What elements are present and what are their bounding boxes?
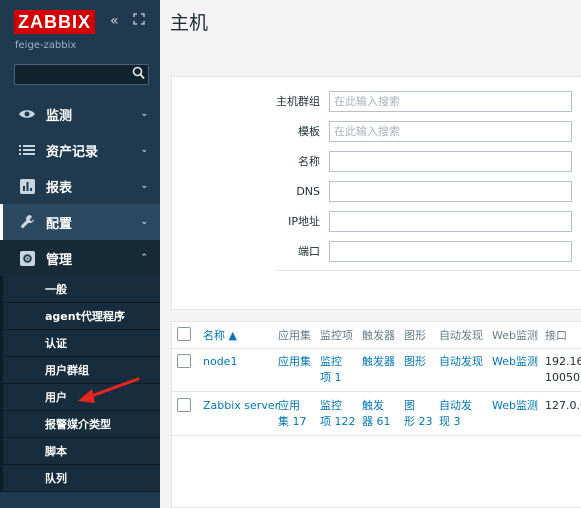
discovery-link[interactable]: 自动发现 3 — [439, 398, 472, 430]
applications-link[interactable]: 应用集 — [278, 354, 311, 370]
menu-label: 监测 — [46, 108, 73, 124]
menu-monitoring[interactable]: 监测 ⌄ — [0, 96, 160, 132]
expand-icon — [133, 13, 145, 25]
interface-value: 192.16810050 — [545, 355, 581, 384]
row-divider — [172, 391, 581, 392]
zabbix-logo[interactable]: ZABBIX — [14, 10, 95, 34]
column-header-interface: 接口 — [545, 329, 567, 342]
triggers-link[interactable]: 触发器 61 — [362, 398, 391, 430]
template-label: 模板 — [298, 125, 320, 138]
triggers-link[interactable]: 触发器 — [362, 354, 395, 370]
template-input[interactable]: 在此输入搜索 — [329, 120, 572, 142]
submenu-proxies[interactable]: agent代理程序 — [3, 303, 160, 330]
port-label: 端口 — [298, 245, 320, 258]
column-header-name[interactable]: 名称 ▲ — [203, 322, 237, 348]
web-link[interactable]: Web监测 — [492, 354, 538, 370]
chevron-down-icon: ⌄ — [140, 109, 148, 119]
row-divider — [172, 435, 581, 436]
column-header-items: 监控项 — [320, 329, 353, 342]
menu-label: 资产记录 — [46, 144, 99, 160]
filter-divider — [275, 270, 581, 271]
column-header-web: Web监测 — [492, 329, 538, 342]
filter-row-port: 端口 — [172, 240, 572, 262]
collapse-sidebar-icon[interactable]: « — [110, 13, 119, 29]
host-name-link[interactable]: node1 — [203, 354, 237, 370]
logo-row: ZABBIX — [14, 10, 95, 34]
header-divider — [172, 348, 581, 349]
main-content: 主机 主机群组 在此输入搜索 模板 在此输入搜索 名称 DNS IP地址 端口 — [160, 0, 581, 508]
graphs-link[interactable]: 图形 23 — [404, 398, 433, 430]
menu-configuration[interactable]: 配置 ⌄ — [0, 204, 160, 240]
submenu-media-types[interactable]: 报警媒介类型 — [3, 411, 160, 438]
main-menu: 监测 ⌄ 资产记录 ⌄ 报表 ⌄ 配置 ⌄ 管理 ⌃ 一般 agent代理程序 … — [0, 96, 160, 492]
submenu-scripts[interactable]: 脚本 — [3, 438, 160, 465]
column-header-applications: 应用集 — [278, 329, 311, 342]
select-all-checkbox[interactable] — [177, 327, 191, 341]
search-icon[interactable] — [132, 66, 145, 84]
server-name: feige-zabbix — [15, 40, 77, 51]
column-header-graphs: 图形 — [404, 329, 426, 342]
hosts-table: 名称 ▲ 应用集 监控项 触发器 图形 自动发现 Web监测 接口 node1 … — [171, 321, 581, 508]
dns-input[interactable] — [329, 180, 572, 202]
dns-label: DNS — [296, 184, 320, 198]
submenu-general[interactable]: 一般 — [3, 276, 160, 303]
bar-chart-icon — [18, 178, 36, 194]
menu-administration[interactable]: 管理 ⌃ — [0, 240, 160, 276]
page-title: 主机 — [170, 12, 209, 34]
web-link[interactable]: Web监测 — [492, 398, 538, 414]
filter-row-name: 名称 — [172, 150, 572, 172]
filter-row-host-group: 主机群组 在此输入搜索 — [172, 90, 572, 112]
discovery-link[interactable]: 自动发现 — [439, 354, 483, 370]
annotation-arrow-icon — [78, 377, 140, 403]
ip-label: IP地址 — [288, 215, 320, 228]
submenu-authentication[interactable]: 认证 — [3, 330, 160, 357]
filter-row-template: 模板 在此输入搜索 — [172, 120, 572, 142]
chevron-up-icon: ⌃ — [140, 253, 148, 263]
list-icon — [18, 144, 36, 156]
menu-label: 报表 — [46, 180, 73, 196]
items-link[interactable]: 监控项 1 — [320, 354, 342, 386]
filter-panel: 主机群组 在此输入搜索 模板 在此输入搜索 名称 DNS IP地址 端口 — [171, 76, 581, 310]
row-checkbox[interactable] — [177, 354, 191, 368]
graphs-link[interactable]: 图形 — [404, 354, 426, 370]
host-name-link[interactable]: Zabbix server — [203, 398, 279, 414]
items-link[interactable]: 监控项 122 — [320, 398, 356, 430]
column-header-triggers: 触发器 — [362, 329, 395, 342]
menu-reports[interactable]: 报表 ⌄ — [0, 168, 160, 204]
sidebar-search-input[interactable] — [14, 64, 149, 85]
sidebar: ZABBIX « feige-zabbix 监测 ⌄ 资产记录 ⌄ 报表 ⌄ 配… — [0, 0, 160, 508]
row-checkbox[interactable] — [177, 398, 191, 412]
ip-input[interactable] — [329, 210, 572, 232]
kiosk-mode-icon[interactable] — [133, 13, 145, 29]
eye-icon — [18, 108, 36, 120]
name-input[interactable] — [329, 150, 572, 172]
menu-inventory[interactable]: 资产记录 ⌄ — [0, 132, 160, 168]
host-group-label: 主机群组 — [276, 95, 320, 108]
interface-value: 127.0.0 — [545, 399, 581, 412]
filter-row-dns: DNS — [172, 180, 572, 202]
wrench-icon — [18, 214, 36, 230]
chevron-down-icon: ⌄ — [140, 181, 148, 191]
sort-by-name-link[interactable]: 名称 ▲ — [203, 327, 237, 343]
menu-label: 管理 — [46, 252, 73, 268]
chevron-down-icon: ⌄ — [140, 217, 148, 227]
column-header-discovery: 自动发现 — [439, 329, 483, 342]
port-input[interactable] — [329, 240, 572, 262]
chevron-down-icon: ⌄ — [140, 145, 148, 155]
applications-link[interactable]: 应用集 17 — [278, 398, 307, 430]
name-label: 名称 — [298, 155, 320, 168]
submenu-queue[interactable]: 队列 — [3, 465, 160, 492]
host-group-input[interactable]: 在此输入搜索 — [329, 90, 572, 112]
filter-row-ip: IP地址 — [172, 210, 572, 232]
gear-icon — [18, 250, 36, 266]
menu-label: 配置 — [46, 216, 73, 232]
